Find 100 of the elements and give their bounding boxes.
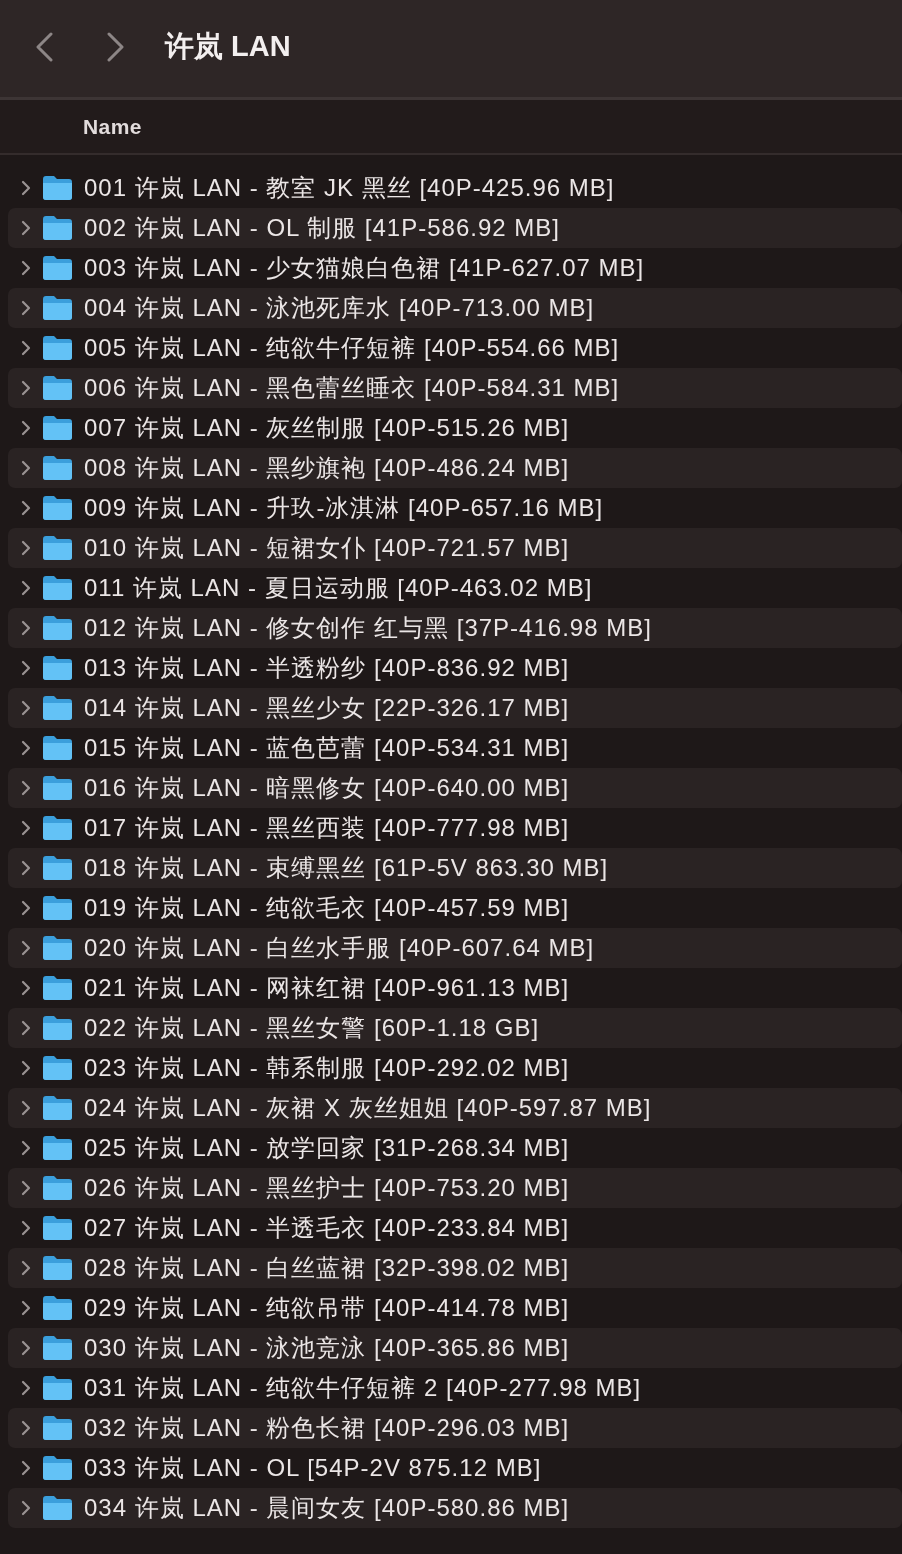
disclosure-chevron-icon[interactable]: [21, 1140, 31, 1156]
folder-name: 016 许岚 LAN - 暗黑修女 [40P-640.00 MB]: [84, 773, 570, 803]
folder-name: 020 许岚 LAN - 白丝水手服 [40P-607.64 MB]: [84, 933, 595, 963]
list-row[interactable]: 029 许岚 LAN - 纯欲吊带 [40P-414.78 MB]: [8, 1288, 902, 1328]
folder-icon: [42, 975, 73, 1001]
folder-name: 011 许岚 LAN - 夏日运动服 [40P-463.02 MB]: [84, 573, 593, 603]
disclosure-chevron-icon[interactable]: [21, 260, 31, 276]
window-title: 许岚 LAN: [165, 28, 291, 64]
disclosure-chevron-icon[interactable]: [21, 1260, 31, 1276]
folder-name: 003 许岚 LAN - 少女猫娘白色裙 [41P-627.07 MB]: [84, 253, 645, 283]
disclosure-chevron-icon[interactable]: [21, 980, 31, 996]
folder-icon: [42, 1375, 73, 1401]
list-row[interactable]: 024 许岚 LAN - 灰裙 X 灰丝姐姐 [40P-597.87 MB]: [8, 1088, 902, 1128]
list-row[interactable]: 012 许岚 LAN - 修女创作 红与黑 [37P-416.98 MB]: [8, 608, 902, 648]
list-row[interactable]: 025 许岚 LAN - 放学回家 [31P-268.34 MB]: [8, 1128, 902, 1168]
disclosure-chevron-icon[interactable]: [21, 700, 31, 716]
folder-icon: [42, 1335, 73, 1361]
disclosure-chevron-icon[interactable]: [21, 1380, 31, 1396]
list-row[interactable]: 008 许岚 LAN - 黑纱旗袍 [40P-486.24 MB]: [8, 448, 902, 488]
list-row[interactable]: 002 许岚 LAN - OL 制服 [41P-586.92 MB]: [8, 208, 902, 248]
folder-icon: [42, 655, 73, 681]
disclosure-chevron-icon[interactable]: [21, 900, 31, 916]
list-row[interactable]: 028 许岚 LAN - 白丝蓝裙 [32P-398.02 MB]: [8, 1248, 902, 1288]
list-row[interactable]: 003 许岚 LAN - 少女猫娘白色裙 [41P-627.07 MB]: [8, 248, 902, 288]
disclosure-chevron-icon[interactable]: [21, 1460, 31, 1476]
list-row[interactable]: 011 许岚 LAN - 夏日运动服 [40P-463.02 MB]: [8, 568, 902, 608]
folder-name: 028 许岚 LAN - 白丝蓝裙 [32P-398.02 MB]: [84, 1253, 570, 1283]
disclosure-chevron-icon[interactable]: [21, 220, 31, 236]
folder-icon: [42, 1015, 73, 1041]
folder-name: 015 许岚 LAN - 蓝色芭蕾 [40P-534.31 MB]: [84, 733, 570, 763]
disclosure-chevron-icon[interactable]: [21, 1180, 31, 1196]
disclosure-chevron-icon[interactable]: [21, 1340, 31, 1356]
folder-icon: [42, 855, 73, 881]
list-row[interactable]: 014 许岚 LAN - 黑丝少女 [22P-326.17 MB]: [8, 688, 902, 728]
list-row[interactable]: 004 许岚 LAN - 泳池死库水 [40P-713.00 MB]: [8, 288, 902, 328]
list-row[interactable]: 019 许岚 LAN - 纯欲毛衣 [40P-457.59 MB]: [8, 888, 902, 928]
list-row[interactable]: 030 许岚 LAN - 泳池竞泳 [40P-365.86 MB]: [8, 1328, 902, 1368]
list-row[interactable]: 001 许岚 LAN - 教室 JK 黑丝 [40P-425.96 MB]: [8, 168, 902, 208]
folder-icon: [42, 1135, 73, 1161]
list-row[interactable]: 017 许岚 LAN - 黑丝西装 [40P-777.98 MB]: [8, 808, 902, 848]
folder-icon: [42, 215, 73, 241]
folder-name: 017 许岚 LAN - 黑丝西装 [40P-777.98 MB]: [84, 813, 570, 843]
list-row[interactable]: 015 许岚 LAN - 蓝色芭蕾 [40P-534.31 MB]: [8, 728, 902, 768]
list-row[interactable]: 020 许岚 LAN - 白丝水手服 [40P-607.64 MB]: [8, 928, 902, 968]
list-row[interactable]: 007 许岚 LAN - 灰丝制服 [40P-515.26 MB]: [8, 408, 902, 448]
list-row[interactable]: 006 许岚 LAN - 黑色蕾丝睡衣 [40P-584.31 MB]: [8, 368, 902, 408]
folder-icon: [42, 735, 73, 761]
disclosure-chevron-icon[interactable]: [21, 420, 31, 436]
folder-name: 005 许岚 LAN - 纯欲牛仔短裤 [40P-554.66 MB]: [84, 333, 620, 363]
list-row[interactable]: 016 许岚 LAN - 暗黑修女 [40P-640.00 MB]: [8, 768, 902, 808]
disclosure-chevron-icon[interactable]: [21, 460, 31, 476]
list-row[interactable]: 026 许岚 LAN - 黑丝护士 [40P-753.20 MB]: [8, 1168, 902, 1208]
folder-icon: [42, 295, 73, 321]
disclosure-chevron-icon[interactable]: [21, 300, 31, 316]
folder-name: 033 许岚 LAN - OL [54P-2V 875.12 MB]: [84, 1453, 542, 1483]
disclosure-chevron-icon[interactable]: [21, 500, 31, 516]
disclosure-chevron-icon[interactable]: [21, 660, 31, 676]
disclosure-chevron-icon[interactable]: [21, 1060, 31, 1076]
disclosure-chevron-icon[interactable]: [21, 340, 31, 356]
list-row[interactable]: 009 许岚 LAN - 升玖-冰淇淋 [40P-657.16 MB]: [8, 488, 902, 528]
folder-icon: [42, 535, 73, 561]
disclosure-chevron-icon[interactable]: [21, 780, 31, 796]
disclosure-chevron-icon[interactable]: [21, 180, 31, 196]
disclosure-chevron-icon[interactable]: [21, 620, 31, 636]
disclosure-chevron-icon[interactable]: [21, 380, 31, 396]
folder-name: 006 许岚 LAN - 黑色蕾丝睡衣 [40P-584.31 MB]: [84, 373, 620, 403]
disclosure-chevron-icon[interactable]: [21, 1420, 31, 1436]
disclosure-chevron-icon[interactable]: [21, 1220, 31, 1236]
folder-name: 022 许岚 LAN - 黑丝女警 [60P-1.18 GB]: [84, 1013, 540, 1043]
disclosure-chevron-icon[interactable]: [21, 580, 31, 596]
list-row[interactable]: 022 许岚 LAN - 黑丝女警 [60P-1.18 GB]: [8, 1008, 902, 1048]
folder-icon: [42, 1215, 73, 1241]
folder-name: 032 许岚 LAN - 粉色长裙 [40P-296.03 MB]: [84, 1413, 570, 1443]
list-row[interactable]: 031 许岚 LAN - 纯欲牛仔短裤 2 [40P-277.98 MB]: [8, 1368, 902, 1408]
name-column-header[interactable]: Name: [83, 114, 142, 139]
disclosure-chevron-icon[interactable]: [21, 940, 31, 956]
list-row[interactable]: 013 许岚 LAN - 半透粉纱 [40P-836.92 MB]: [8, 648, 902, 688]
list-row[interactable]: 027 许岚 LAN - 半透毛衣 [40P-233.84 MB]: [8, 1208, 902, 1248]
list-row[interactable]: 005 许岚 LAN - 纯欲牛仔短裤 [40P-554.66 MB]: [8, 328, 902, 368]
disclosure-chevron-icon[interactable]: [21, 820, 31, 836]
disclosure-chevron-icon[interactable]: [21, 740, 31, 756]
folder-icon: [42, 1055, 73, 1081]
list-row[interactable]: 032 许岚 LAN - 粉色长裙 [40P-296.03 MB]: [8, 1408, 902, 1448]
list-row[interactable]: 021 许岚 LAN - 网袜红裙 [40P-961.13 MB]: [8, 968, 902, 1008]
disclosure-chevron-icon[interactable]: [21, 860, 31, 876]
list-row[interactable]: 033 许岚 LAN - OL [54P-2V 875.12 MB]: [8, 1448, 902, 1488]
folder-icon: [42, 1415, 73, 1441]
list-row[interactable]: 018 许岚 LAN - 束缚黑丝 [61P-5V 863.30 MB]: [8, 848, 902, 888]
disclosure-chevron-icon[interactable]: [21, 1300, 31, 1316]
list-row[interactable]: 010 许岚 LAN - 短裙女仆 [40P-721.57 MB]: [8, 528, 902, 568]
list-row[interactable]: 034 许岚 LAN - 晨间女友 [40P-580.86 MB]: [8, 1488, 902, 1528]
disclosure-chevron-icon[interactable]: [21, 1100, 31, 1116]
folder-name: 034 许岚 LAN - 晨间女友 [40P-580.86 MB]: [84, 1493, 570, 1523]
disclosure-chevron-icon[interactable]: [21, 1500, 31, 1516]
disclosure-chevron-icon[interactable]: [21, 540, 31, 556]
folder-icon: [42, 1455, 73, 1481]
list-row[interactable]: 023 许岚 LAN - 韩系制服 [40P-292.02 MB]: [8, 1048, 902, 1088]
folder-icon: [42, 335, 73, 361]
disclosure-chevron-icon[interactable]: [21, 1020, 31, 1036]
folder-name: 024 许岚 LAN - 灰裙 X 灰丝姐姐 [40P-597.87 MB]: [84, 1093, 652, 1123]
